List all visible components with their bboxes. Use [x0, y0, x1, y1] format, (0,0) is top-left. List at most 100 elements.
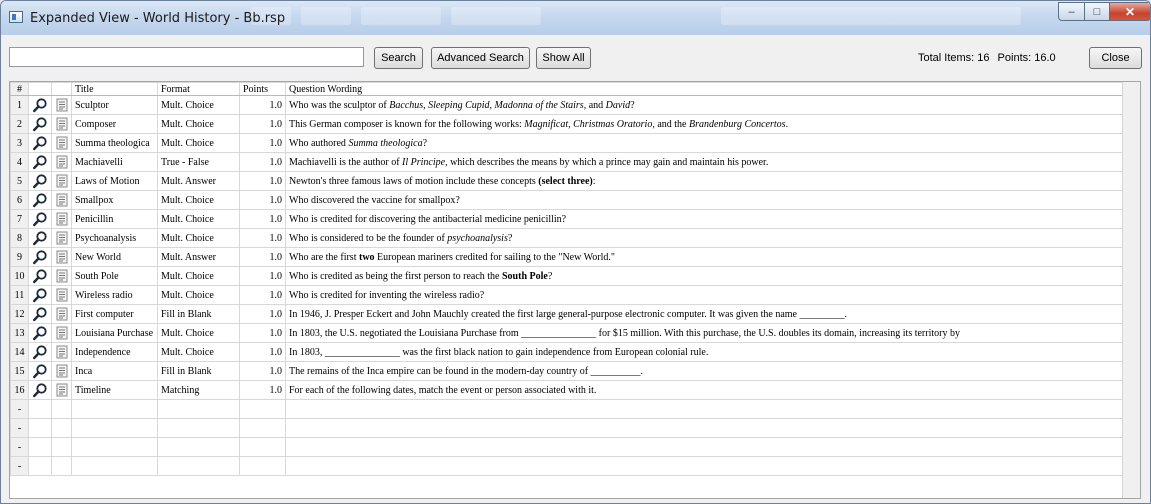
magnifier-icon[interactable]	[32, 192, 48, 208]
format-cell[interactable]: Mult. Choice	[157, 342, 240, 362]
empty-row[interactable]: -	[10, 418, 1132, 438]
question-wording-cell[interactable]: Who discovered the vaccine for smallpox?	[285, 190, 1132, 210]
format-cell[interactable]: Fill in Blank	[157, 304, 240, 324]
edit-cell[interactable]	[51, 342, 72, 362]
table-row[interactable]: 16 Timeline Matching 1.0 For each of the fol…	[10, 380, 1132, 400]
edit-cell[interactable]	[51, 133, 72, 153]
preview-cell[interactable]	[28, 228, 52, 248]
points-cell[interactable]: 1.0	[239, 152, 286, 172]
question-wording-cell[interactable]: Who was the sculptor of Bacchus, Sleepin…	[285, 95, 1132, 115]
format-cell[interactable]: Mult. Choice	[157, 323, 240, 343]
title-cell[interactable]: Louisiana Purchase	[71, 323, 158, 343]
edit-cell[interactable]	[51, 247, 72, 267]
magnifier-icon[interactable]	[32, 306, 48, 322]
points-cell[interactable]: 1.0	[239, 228, 286, 248]
document-icon[interactable]	[56, 117, 68, 131]
points-cell[interactable]: 1.0	[239, 304, 286, 324]
title-cell[interactable]: Independence	[71, 342, 158, 362]
points-cell[interactable]: 1.0	[239, 133, 286, 153]
column-header-points[interactable]: Points	[239, 82, 286, 96]
empty-row[interactable]: -	[10, 456, 1132, 476]
points-cell[interactable]: 1.0	[239, 285, 286, 305]
question-wording-cell[interactable]: In 1803, _______________ was the first b…	[285, 342, 1132, 362]
document-icon[interactable]	[56, 288, 68, 302]
document-icon[interactable]	[56, 364, 68, 378]
magnifier-icon[interactable]	[32, 268, 48, 284]
preview-cell[interactable]	[28, 171, 52, 191]
magnifier-icon[interactable]	[32, 287, 48, 303]
magnifier-icon[interactable]	[32, 325, 48, 341]
table-row[interactable]: 15 Inca Fill in Blank 1.0 The remains of the…	[10, 361, 1132, 381]
title-cell[interactable]: Smallpox	[71, 190, 158, 210]
document-icon[interactable]	[56, 307, 68, 321]
edit-cell[interactable]	[51, 209, 72, 229]
format-cell[interactable]: Fill in Blank	[157, 361, 240, 381]
table-row[interactable]: 5 Laws of Motion Mult. Answer 1.0 Newton's t…	[10, 171, 1132, 191]
points-cell[interactable]: 1.0	[239, 266, 286, 286]
magnifier-icon[interactable]	[32, 97, 48, 113]
column-header-edit[interactable]	[51, 82, 72, 96]
table-row[interactable]: 11 Wireless radio Mult. Choice 1.0 Who is cr…	[10, 285, 1132, 305]
edit-cell[interactable]	[51, 171, 72, 191]
edit-cell[interactable]	[51, 95, 72, 115]
points-cell[interactable]: 1.0	[239, 114, 286, 134]
title-cell[interactable]: Sculptor	[71, 95, 158, 115]
table-row[interactable]: 1 Sculptor Mult. Choice 1.0 Who was the scul…	[10, 95, 1132, 115]
search-button[interactable]: Search	[374, 47, 423, 69]
question-wording-cell[interactable]: Machiavelli is the author of Il Principe…	[285, 152, 1132, 172]
preview-cell[interactable]	[28, 380, 52, 400]
magnifier-icon[interactable]	[32, 135, 48, 151]
table-row[interactable]: 4 Machiavelli True - False 1.0 Machiavelli i…	[10, 152, 1132, 172]
column-header-number[interactable]: #	[10, 82, 29, 96]
magnifier-icon[interactable]	[32, 211, 48, 227]
question-wording-cell[interactable]: Who is credited for inventing the wirele…	[285, 285, 1132, 305]
preview-cell[interactable]	[28, 285, 52, 305]
title-cell[interactable]: First computer	[71, 304, 158, 324]
minimize-button[interactable]: –	[1058, 2, 1085, 21]
edit-cell[interactable]	[51, 380, 72, 400]
edit-cell[interactable]	[51, 323, 72, 343]
question-wording-cell[interactable]: For each of the following dates, match t…	[285, 380, 1132, 400]
title-cell[interactable]: Machiavelli	[71, 152, 158, 172]
table-row[interactable]: 2 Composer Mult. Choice 1.0 This German comp…	[10, 114, 1132, 134]
question-wording-cell[interactable]: Who is credited as being the first perso…	[285, 266, 1132, 286]
title-cell[interactable]: Summa theologica	[71, 133, 158, 153]
document-icon[interactable]	[56, 212, 68, 226]
table-row[interactable]: 8 Psychoanalysis Mult. Choice 1.0 Who is con…	[10, 228, 1132, 248]
preview-cell[interactable]	[28, 266, 52, 286]
question-wording-cell[interactable]: Who is considered to be the founder of p…	[285, 228, 1132, 248]
advanced-search-button[interactable]: Advanced Search	[431, 47, 530, 69]
points-cell[interactable]: 1.0	[239, 247, 286, 267]
edit-cell[interactable]	[51, 114, 72, 134]
points-cell[interactable]: 1.0	[239, 323, 286, 343]
edit-cell[interactable]	[51, 266, 72, 286]
table-row[interactable]: 13 Louisiana Purchase Mult. Choice 1.0 In 18…	[10, 323, 1132, 343]
points-cell[interactable]: 1.0	[239, 361, 286, 381]
title-cell[interactable]: Psychoanalysis	[71, 228, 158, 248]
format-cell[interactable]: Mult. Choice	[157, 266, 240, 286]
document-icon[interactable]	[56, 193, 68, 207]
preview-cell[interactable]	[28, 342, 52, 362]
format-cell[interactable]: True - False	[157, 152, 240, 172]
magnifier-icon[interactable]	[32, 249, 48, 265]
format-cell[interactable]: Mult. Choice	[157, 95, 240, 115]
format-cell[interactable]: Matching	[157, 380, 240, 400]
table-row[interactable]: 9 New World Mult. Answer 1.0 Who are the fir…	[10, 247, 1132, 267]
format-cell[interactable]: Mult. Answer	[157, 171, 240, 191]
preview-cell[interactable]	[28, 190, 52, 210]
column-header-preview[interactable]	[28, 82, 52, 96]
preview-cell[interactable]	[28, 361, 52, 381]
column-header-title[interactable]: Title	[71, 82, 158, 96]
empty-row[interactable]: -	[10, 437, 1132, 457]
title-cell[interactable]: Composer	[71, 114, 158, 134]
title-cell[interactable]: South Pole	[71, 266, 158, 286]
preview-cell[interactable]	[28, 247, 52, 267]
format-cell[interactable]: Mult. Choice	[157, 114, 240, 134]
preview-cell[interactable]	[28, 304, 52, 324]
title-cell[interactable]: Laws of Motion	[71, 171, 158, 191]
preview-cell[interactable]	[28, 209, 52, 229]
question-wording-cell[interactable]: The remains of the Inca empire can be fo…	[285, 361, 1132, 381]
table-row[interactable]: 3 Summa theologica Mult. Choice 1.0 Who auth…	[10, 133, 1132, 153]
document-icon[interactable]	[56, 174, 68, 188]
format-cell[interactable]: Mult. Answer	[157, 247, 240, 267]
